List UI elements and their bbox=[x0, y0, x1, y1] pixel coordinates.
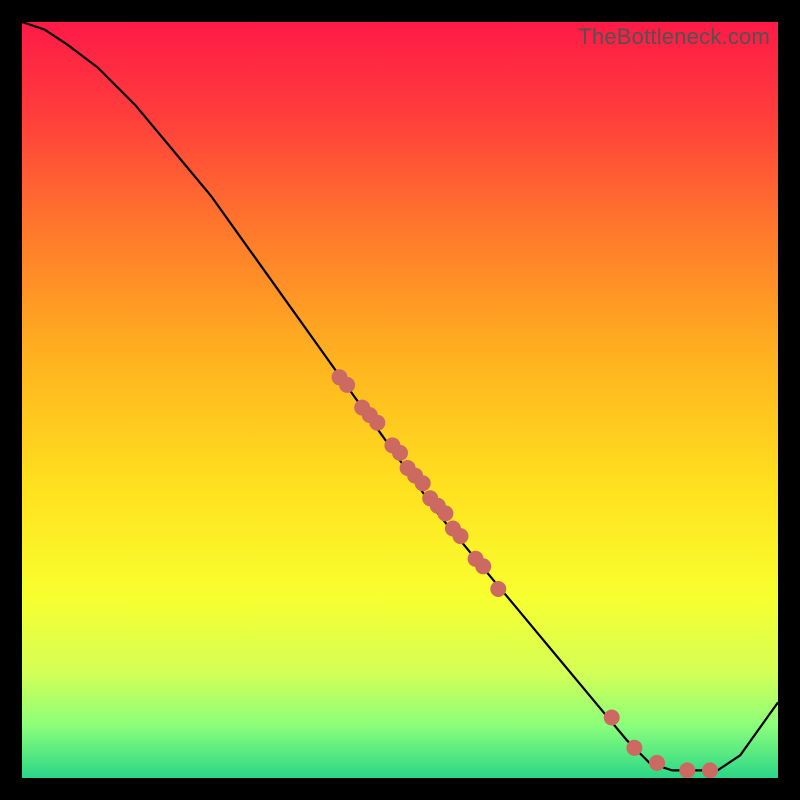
data-point bbox=[679, 762, 695, 778]
data-point bbox=[604, 710, 620, 726]
data-point bbox=[392, 445, 408, 461]
plot-area: TheBottleneck.com bbox=[22, 22, 778, 778]
data-point bbox=[339, 377, 355, 393]
data-point bbox=[453, 528, 469, 544]
data-point bbox=[626, 740, 642, 756]
data-point bbox=[369, 415, 385, 431]
data-point bbox=[490, 581, 506, 597]
chart-container: TheBottleneck.com bbox=[0, 0, 800, 800]
data-point bbox=[475, 558, 491, 574]
data-point bbox=[437, 505, 453, 521]
data-point bbox=[702, 762, 718, 778]
data-point bbox=[649, 755, 665, 771]
watermark-text: TheBottleneck.com bbox=[578, 24, 770, 50]
data-point bbox=[415, 475, 431, 491]
bottleneck-curve bbox=[22, 22, 778, 778]
